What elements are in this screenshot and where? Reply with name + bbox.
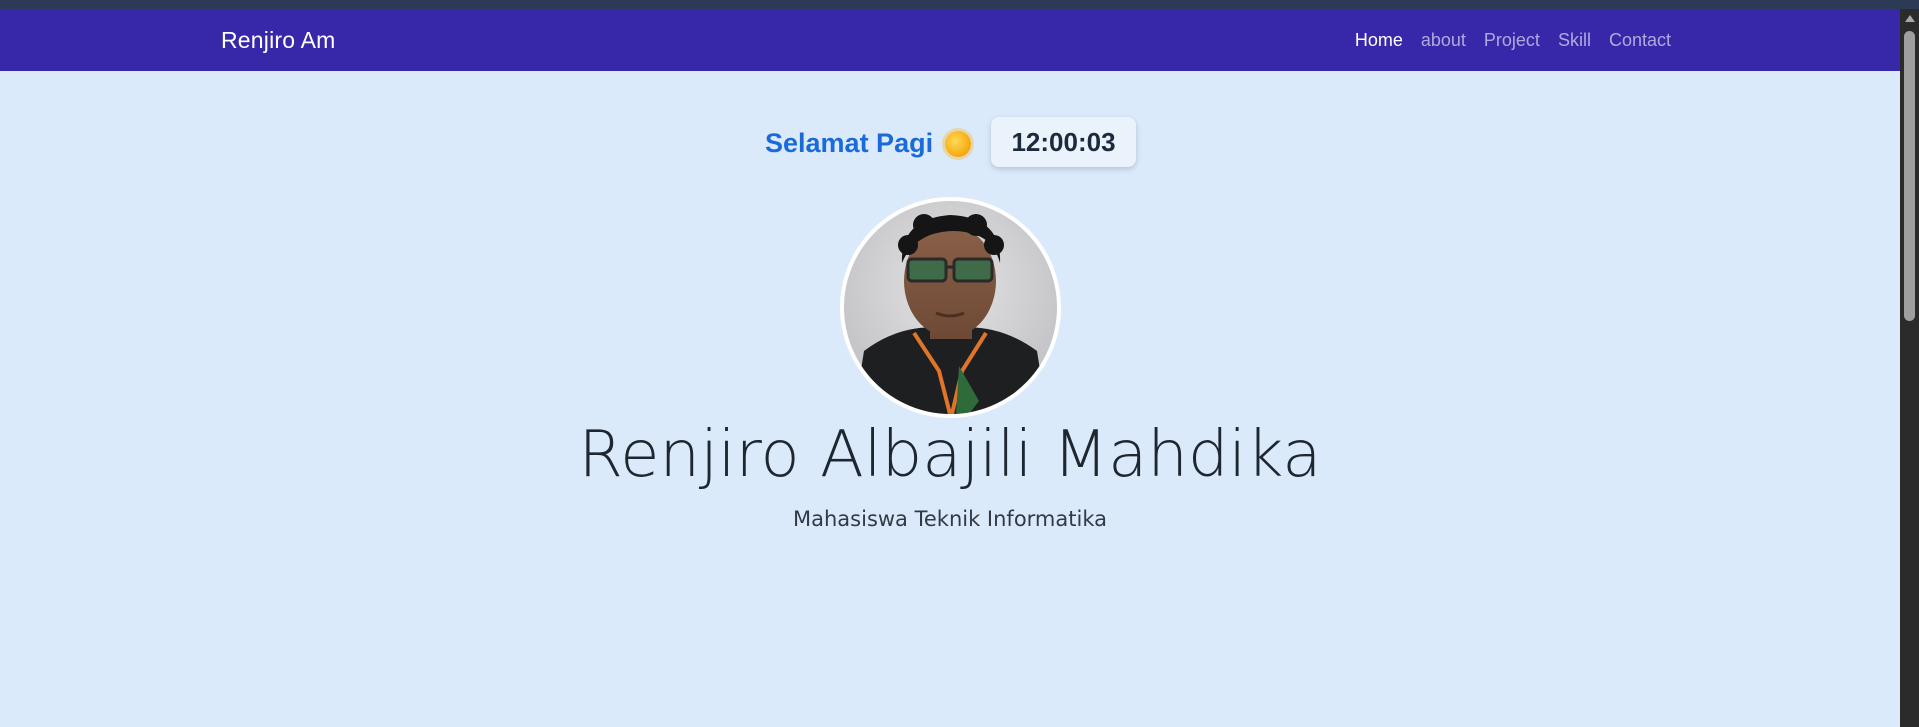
nav-item-home: Home xyxy=(1355,30,1403,51)
avatar xyxy=(844,201,1057,414)
profile-name: Renjiro Albajili Mahdika xyxy=(578,418,1322,492)
avatar-photo xyxy=(844,201,1057,414)
nav-item-about: about xyxy=(1421,30,1466,51)
clock-display: 12:00:03 xyxy=(991,117,1136,167)
sun-icon xyxy=(945,130,972,157)
nav-link-skill[interactable]: Skill xyxy=(1558,30,1591,50)
navbar: Renjiro Am Home about Project Skill Cont… xyxy=(0,9,1900,71)
browser-top-strip xyxy=(0,0,1919,9)
brand-link[interactable]: Renjiro Am xyxy=(221,27,335,54)
scroll-up-arrow-icon[interactable] xyxy=(1905,15,1915,22)
greeting-text: Selamat Pagi xyxy=(765,128,934,158)
nav-item-contact: Contact xyxy=(1609,30,1671,51)
nav-link-home[interactable]: Home xyxy=(1355,30,1403,50)
scroll-thumb[interactable] xyxy=(1904,31,1915,321)
greeting: Selamat Pagi xyxy=(765,128,972,159)
profile-subtitle: Mahasiswa Teknik Informatika xyxy=(793,507,1107,531)
vertical-scrollbar[interactable] xyxy=(1900,9,1919,727)
nav-item-project: Project xyxy=(1484,30,1540,51)
nav-link-contact[interactable]: Contact xyxy=(1609,30,1671,50)
hero-section: Selamat Pagi 12:00:03 Renjiro Albajili M… xyxy=(0,71,1900,727)
avatar-frame xyxy=(840,197,1061,418)
nav-item-skill: Skill xyxy=(1558,30,1591,51)
nav-link-about[interactable]: about xyxy=(1421,30,1466,50)
nav-links: Home about Project Skill Contact xyxy=(1355,30,1671,51)
nav-link-project[interactable]: Project xyxy=(1484,30,1540,50)
